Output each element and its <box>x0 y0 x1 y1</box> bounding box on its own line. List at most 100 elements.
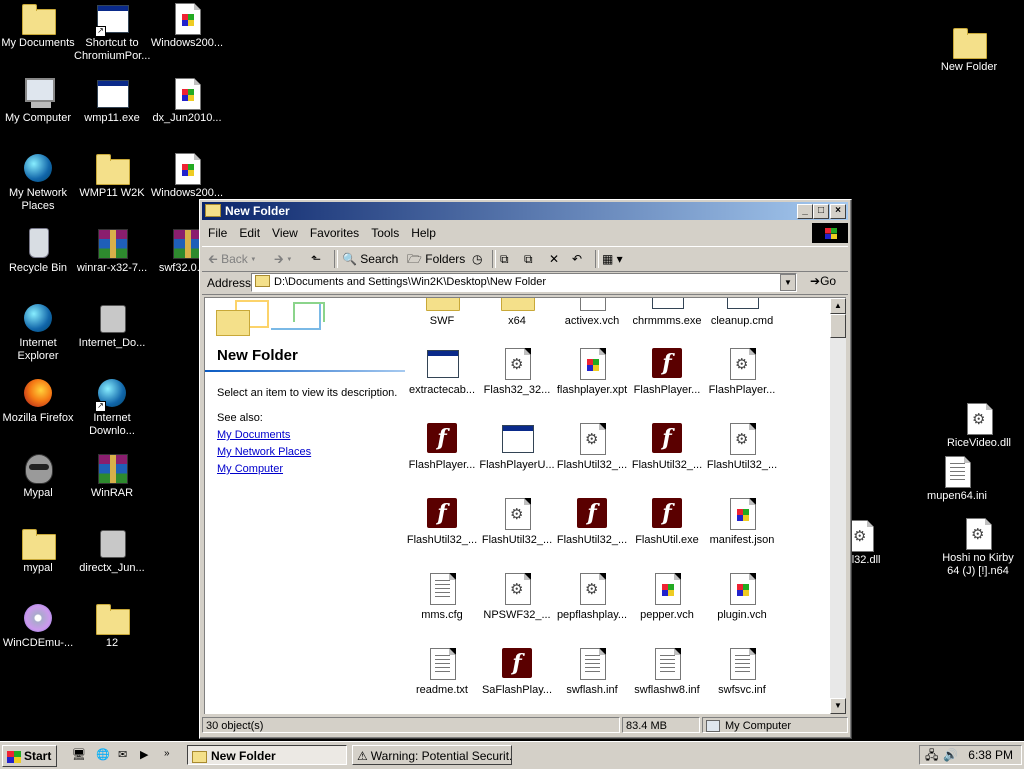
history-button[interactable]: ◷ <box>472 250 482 268</box>
outlook-express-icon[interactable]: ✉ <box>118 748 134 764</box>
search-button[interactable]: 🔍 Search <box>342 250 398 268</box>
folders-button[interactable]: 🗁 Folders <box>407 250 465 268</box>
media-player-icon[interactable]: ▶ <box>140 748 156 764</box>
minimize-button[interactable]: _ <box>797 204 813 219</box>
desktop-icon-my-network-places[interactable]: My Network Places <box>0 153 76 213</box>
volume-tray-icon[interactable]: 🔊 <box>943 746 958 764</box>
file-item[interactable]: SWF <box>404 298 480 328</box>
file-item[interactable]: ⚙ Flash32_32... <box>479 348 555 397</box>
menu-view[interactable]: View <box>266 223 304 243</box>
scroll-up-button[interactable]: ▲ <box>830 298 846 314</box>
link-my-computer[interactable]: My Computer <box>217 463 283 475</box>
undo-button[interactable]: ↶ <box>572 250 582 268</box>
desktop-icon-mupen64-ini[interactable]: mupen64.ini <box>919 456 995 503</box>
up-folder-button[interactable]: ⬑ <box>311 250 321 268</box>
desktop-icon-wincdemu[interactable]: WinCDEmu-... <box>0 603 76 650</box>
desktop-icon-internet-explorer[interactable]: Internet Explorer <box>0 303 76 363</box>
file-item[interactable]: ⚙ pepflashplay... <box>554 573 630 622</box>
desktop-icon-my-documents[interactable]: My Documents <box>0 3 76 50</box>
file-item[interactable]: FlashPlayerU... <box>479 423 555 472</box>
desktop-icon-dx-jun2010[interactable]: dx_Jun2010... <box>149 78 225 125</box>
menu-edit[interactable]: Edit <box>233 223 266 243</box>
link-my-network-places[interactable]: My Network Places <box>217 446 311 458</box>
link-my-documents[interactable]: My Documents <box>217 429 290 441</box>
desktop-icon-winrar[interactable]: WinRAR <box>74 453 150 500</box>
desktop-icon-chromium-shortcut[interactable]: ↗ Shortcut to ChromiumPor... <box>74 3 150 63</box>
desktop-icon-recycle-bin[interactable]: Recycle Bin <box>0 228 76 275</box>
copy-to-button[interactable]: ⧉ <box>524 250 533 268</box>
desktop-icon-my-computer[interactable]: My Computer <box>0 78 76 125</box>
file-item[interactable]: swfsvc.inf <box>704 648 780 697</box>
desktop-icon-windows2000-1[interactable]: Windows200... <box>149 3 225 50</box>
show-desktop-icon[interactable]: 🖥 <box>72 748 88 764</box>
file-item[interactable]: f FlashUtil.exe <box>629 498 705 547</box>
file-item[interactable]: swflashw8.inf <box>629 648 705 697</box>
folder-icon <box>216 310 250 336</box>
go-button[interactable]: ➔Go <box>810 274 836 288</box>
desktop-icon-new-folder[interactable]: New Folder <box>931 27 1007 74</box>
file-item[interactable]: extractecab... <box>404 348 480 397</box>
file-item[interactable]: f FlashPlayer... <box>404 423 480 472</box>
file-item[interactable]: ⚙ FlashPlayer... <box>704 348 780 397</box>
file-item[interactable]: ⚙ NPSWF32_... <box>479 573 555 622</box>
delete-icon: ✕ <box>549 252 560 266</box>
title-bar[interactable]: New Folder _ □ × <box>202 202 848 220</box>
desktop-icon-mozilla-firefox[interactable]: Mozilla Firefox <box>0 378 76 425</box>
file-item[interactable]: mms.cfg <box>404 573 480 622</box>
desktop-icon-directx[interactable]: directx_Jun... <box>74 528 150 575</box>
menu-favorites[interactable]: Favorites <box>304 223 365 243</box>
internet-explorer-icon[interactable]: 🌐 <box>96 748 112 764</box>
file-item[interactable]: f FlashPlayer... <box>629 348 705 397</box>
desktop-icon-winrar-installer[interactable]: winrar-x32-7... <box>74 228 150 275</box>
task-button-new-folder[interactable]: New Folder <box>187 745 347 765</box>
file-item[interactable]: readme.txt <box>404 648 480 697</box>
file-item[interactable]: cleanup.cmd <box>704 298 780 328</box>
move-to-button[interactable]: ⧉ <box>500 250 509 268</box>
desktop-icon-wmp11-w2k[interactable]: WMP11 W2K <box>74 153 150 200</box>
menu-help[interactable]: Help <box>405 223 442 243</box>
menu-file[interactable]: File <box>202 223 233 243</box>
desktop-icon-internet-download[interactable]: Internet_Do... <box>74 303 150 350</box>
desktop-icon-windows2000-2[interactable]: Windows200... <box>149 153 225 200</box>
file-item[interactable]: ⚙ FlashUtil32_... <box>554 423 630 472</box>
file-item[interactable]: flashplayer.xpt <box>554 348 630 397</box>
file-item[interactable]: plugin.vch <box>704 573 780 622</box>
file-item[interactable]: f FlashUtil32_... <box>629 423 705 472</box>
file-item[interactable]: swflash.inf <box>554 648 630 697</box>
quick-launch-overflow-icon[interactable]: » <box>164 748 180 764</box>
file-item[interactable]: manifest.json <box>704 498 780 547</box>
file-item[interactable]: x64 <box>479 298 555 328</box>
back-button[interactable]: 🡰 Back ▾ <box>208 250 256 268</box>
maximize-button[interactable]: □ <box>813 204 829 219</box>
address-input[interactable]: D:\Documents and Settings\Win2K\Desktop\… <box>251 273 797 292</box>
file-item[interactable]: f FlashUtil32_... <box>404 498 480 547</box>
scroll-down-button[interactable]: ▼ <box>830 698 846 714</box>
file-item[interactable]: ⚙ FlashUtil32_... <box>479 498 555 547</box>
desktop-icon-mypal-folder[interactable]: mypal <box>0 528 76 575</box>
desktop-icon-wmp11[interactable]: wmp11.exe <box>74 78 150 125</box>
clock[interactable]: 6:38 PM <box>968 746 1013 764</box>
delete-button[interactable]: ✕ <box>549 250 559 268</box>
forward-button[interactable]: 🡲 ▾ <box>274 250 292 268</box>
file-item[interactable]: ⚙ FlashUtil32_... <box>704 423 780 472</box>
file-item[interactable]: activex.vch <box>554 298 630 328</box>
desktop-icon-mypal[interactable]: Mypal <box>0 453 76 500</box>
address-dropdown-button[interactable]: ▼ <box>780 274 796 291</box>
file-item[interactable]: f SaFlashPlay... <box>479 648 555 697</box>
desktop-icon-internet-download-manager[interactable]: ↗ Internet Downlo... <box>74 378 150 438</box>
vertical-scrollbar[interactable]: ▲ ▼ <box>830 298 846 714</box>
scroll-thumb[interactable] <box>830 314 846 338</box>
start-button[interactable]: Start <box>2 745 57 767</box>
desktop-icon-kirby-rom[interactable]: ⚙ Hoshi no Kirby 64 (J) [!].n64 <box>938 518 1018 578</box>
desktop-icon-ricevideo-dll[interactable]: ⚙ RiceVideo.dll <box>941 403 1017 450</box>
close-button[interactable]: × <box>830 204 846 219</box>
network-tray-icon[interactable]: 🖧 <box>925 746 938 764</box>
views-button[interactable]: ▦ ▾ <box>602 250 623 268</box>
menu-tools[interactable]: Tools <box>365 223 405 243</box>
see-also-label: See also: <box>217 412 263 424</box>
file-item[interactable]: chrmmms.exe <box>629 298 705 328</box>
file-item[interactable]: f FlashUtil32_... <box>554 498 630 547</box>
desktop-icon-12[interactable]: 12 <box>74 603 150 650</box>
file-item[interactable]: pepper.vch <box>629 573 705 622</box>
task-button-security-warning[interactable]: ⚠ Warning: Potential Securit... <box>352 745 512 765</box>
